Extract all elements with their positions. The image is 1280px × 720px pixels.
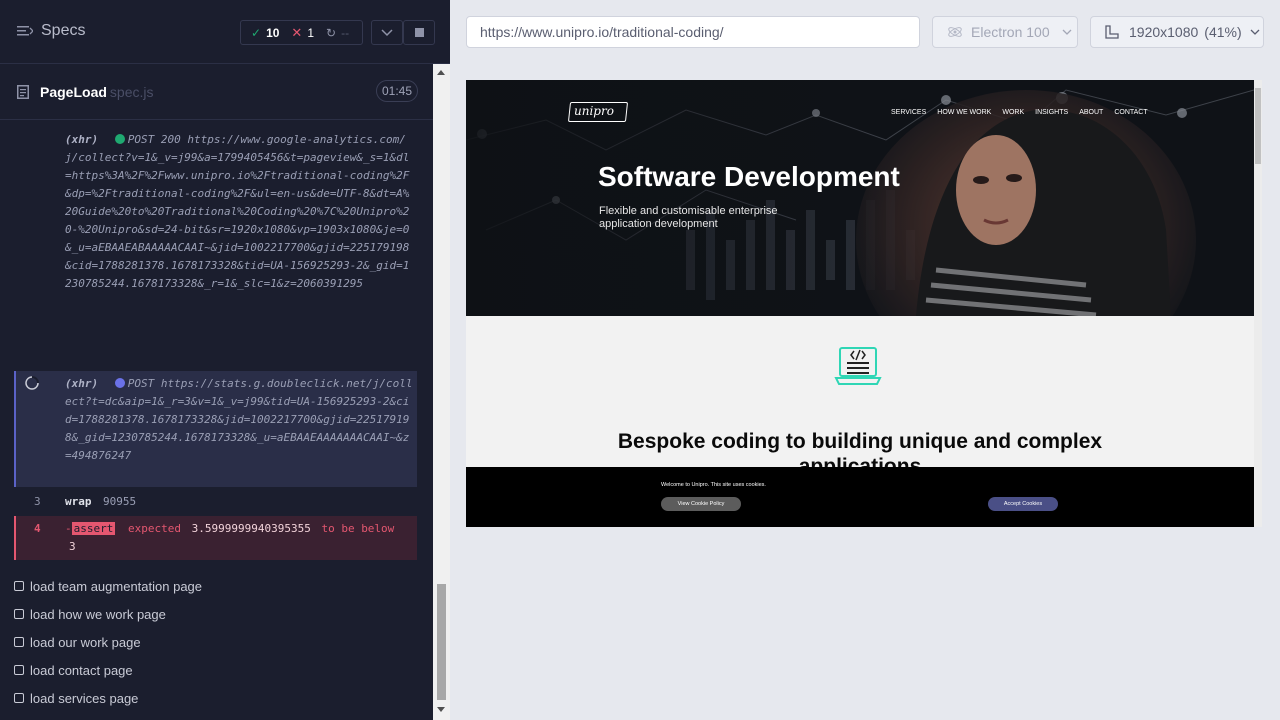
spinner-icon bbox=[25, 376, 39, 390]
site-logo-text: unipro bbox=[574, 104, 614, 118]
command-request: POST https://stats.g.doubleclick.net/j/c… bbox=[65, 377, 413, 462]
menu-icon bbox=[17, 26, 33, 36]
chevron-down-icon bbox=[1062, 29, 1072, 35]
site-nav: SERVICES HOW WE WORK WORK INSIGHTS ABOUT… bbox=[891, 109, 1148, 116]
viewport-scale: (41%) bbox=[1204, 24, 1242, 40]
test-item[interactable]: load contact page bbox=[14, 659, 133, 681]
spec-header: PageLoad spec.js 01:45 bbox=[0, 64, 433, 120]
nav-services[interactable]: SERVICES bbox=[891, 109, 926, 116]
cookie-banner: Welcome to Unipro. This site uses cookie… bbox=[466, 467, 1254, 527]
check-icon: ✓ bbox=[251, 25, 262, 40]
test-item[interactable]: load our work page bbox=[14, 631, 141, 653]
pending-count: -- bbox=[341, 25, 350, 40]
nav-contact[interactable]: CONTACT bbox=[1114, 109, 1147, 116]
test-item[interactable]: load team augmentation page bbox=[14, 575, 202, 597]
assert-badge: assert bbox=[71, 522, 116, 535]
url-field[interactable]: https://www.unipro.io/traditional-coding… bbox=[466, 16, 920, 48]
viewport-size: 1920x1080 bbox=[1129, 24, 1199, 40]
command-xhr-google[interactable]: (xhr) POST 200 https://www.google-analyt… bbox=[65, 131, 415, 293]
command-number: 4 bbox=[34, 522, 41, 535]
command-number: 3 bbox=[34, 495, 41, 508]
command-wrap[interactable]: 3 wrap 90955 bbox=[14, 489, 417, 515]
assert-expected: 3.5999999940395355 bbox=[191, 522, 311, 535]
hero-section: unipro SERVICES HOW WE WORK WORK INSIGHT… bbox=[466, 80, 1254, 316]
command-assert-failed[interactable]: 4 - assert expected 3.5999999940395355 to… bbox=[14, 516, 417, 560]
scroll-up-icon[interactable] bbox=[436, 68, 446, 76]
test-title: load our work page bbox=[30, 634, 141, 650]
viewport-selector[interactable]: 1920x1080 (41%) bbox=[1090, 16, 1264, 48]
spec-duration: 01:45 bbox=[376, 80, 418, 102]
test-title: load team augmentation page bbox=[30, 578, 203, 594]
command-request: POST 200 https://www.google-analytics.co… bbox=[65, 133, 410, 290]
spec-name[interactable]: PageLoad spec.js bbox=[40, 84, 153, 100]
stop-icon bbox=[414, 28, 424, 37]
nav-work[interactable]: WORK bbox=[1002, 109, 1024, 116]
assert-text-2: to be below bbox=[321, 522, 395, 535]
test-title: load contact page bbox=[30, 662, 133, 678]
app-preview-panel: https://www.unipro.io/traditional-coding… bbox=[450, 0, 1280, 720]
scrollbar-thumb[interactable] bbox=[437, 584, 446, 700]
hero-subtitle-line-1: Flexible and customisable enterprise bbox=[599, 205, 778, 217]
command-method: (xhr) bbox=[65, 133, 99, 146]
passed-count: 10 bbox=[266, 25, 280, 40]
toggle-auto-scroll-button[interactable] bbox=[371, 20, 403, 45]
assert-text: expected bbox=[128, 522, 181, 535]
hero-title: Software Development bbox=[598, 161, 900, 192]
ruler-icon bbox=[1105, 25, 1119, 39]
command-xhr-doubleclick-text: (xhr) POST https://stats.g.doubleclick.n… bbox=[65, 375, 415, 465]
nav-how-we-work[interactable]: HOW WE WORK bbox=[937, 109, 991, 116]
browser-label: Electron 100 bbox=[971, 24, 1050, 40]
accept-cookies-button[interactable]: Accept Cookies bbox=[988, 497, 1058, 511]
application-under-test-frame[interactable]: unipro SERVICES HOW WE WORK WORK INSIGHT… bbox=[466, 80, 1262, 527]
browser-selector[interactable]: Electron 100 bbox=[932, 16, 1078, 48]
test-title: load how we work page bbox=[30, 606, 166, 622]
section-title-line-1: Bespoke coding to building unique and co… bbox=[617, 430, 1103, 453]
test-status-icon bbox=[14, 609, 24, 619]
specs-title: Specs bbox=[41, 22, 86, 39]
aut-scrollbar-thumb[interactable] bbox=[1255, 88, 1261, 164]
spec-title: PageLoad bbox=[40, 84, 107, 100]
test-item[interactable]: load services page bbox=[14, 687, 138, 709]
chevron-down-icon bbox=[381, 28, 393, 36]
laptop-code-icon bbox=[834, 347, 882, 385]
status-dot-icon bbox=[114, 134, 125, 144]
file-icon bbox=[17, 85, 29, 99]
test-title: load services page bbox=[30, 690, 139, 706]
reporter-header: Specs ✓ 10 ✕ 1 ↻ -- bbox=[0, 0, 450, 64]
test-status-icon bbox=[14, 693, 24, 703]
hero-subtitle-line-2: application development bbox=[599, 218, 718, 230]
view-cookie-policy-button[interactable]: View Cookie Policy bbox=[661, 497, 741, 511]
specs-toggle[interactable]: Specs bbox=[17, 22, 85, 40]
command-name: wrap bbox=[65, 495, 92, 508]
failed-count: 1 bbox=[307, 25, 315, 40]
test-status-icon bbox=[14, 665, 24, 675]
x-icon: ✕ bbox=[291, 24, 303, 40]
assert-message: - assert expected 3.5999999940395355 to b… bbox=[65, 520, 405, 556]
cookie-text: Welcome to Unipro. This site uses cookie… bbox=[661, 482, 766, 488]
stop-button[interactable] bbox=[403, 20, 435, 45]
command-method: (xhr) bbox=[65, 377, 99, 390]
command-log-panel: Specs ✓ 10 ✕ 1 ↻ -- PageLoad spec.js 01:4… bbox=[0, 0, 450, 720]
nav-about[interactable]: ABOUT bbox=[1079, 109, 1103, 116]
chevron-down-icon bbox=[1250, 29, 1260, 35]
test-status-icon bbox=[14, 581, 24, 591]
test-stats: ✓ 10 ✕ 1 ↻ -- bbox=[240, 20, 363, 45]
spec-file: spec.js bbox=[109, 84, 154, 100]
scroll-down-icon[interactable] bbox=[436, 706, 446, 714]
test-status-icon bbox=[14, 637, 24, 647]
nav-insights[interactable]: INSIGHTS bbox=[1035, 109, 1068, 116]
test-item[interactable]: load how we work page bbox=[14, 603, 166, 625]
assert-limit: 3 bbox=[69, 540, 76, 553]
command-log-scrollbar[interactable] bbox=[433, 64, 450, 720]
electron-icon bbox=[948, 27, 962, 37]
assert-prefix: - bbox=[65, 522, 72, 535]
aut-scrollbar[interactable] bbox=[1254, 80, 1262, 527]
status-dot-icon bbox=[114, 378, 125, 388]
pending-icon: ↻ bbox=[326, 25, 337, 40]
command-value: 90955 bbox=[103, 495, 137, 508]
